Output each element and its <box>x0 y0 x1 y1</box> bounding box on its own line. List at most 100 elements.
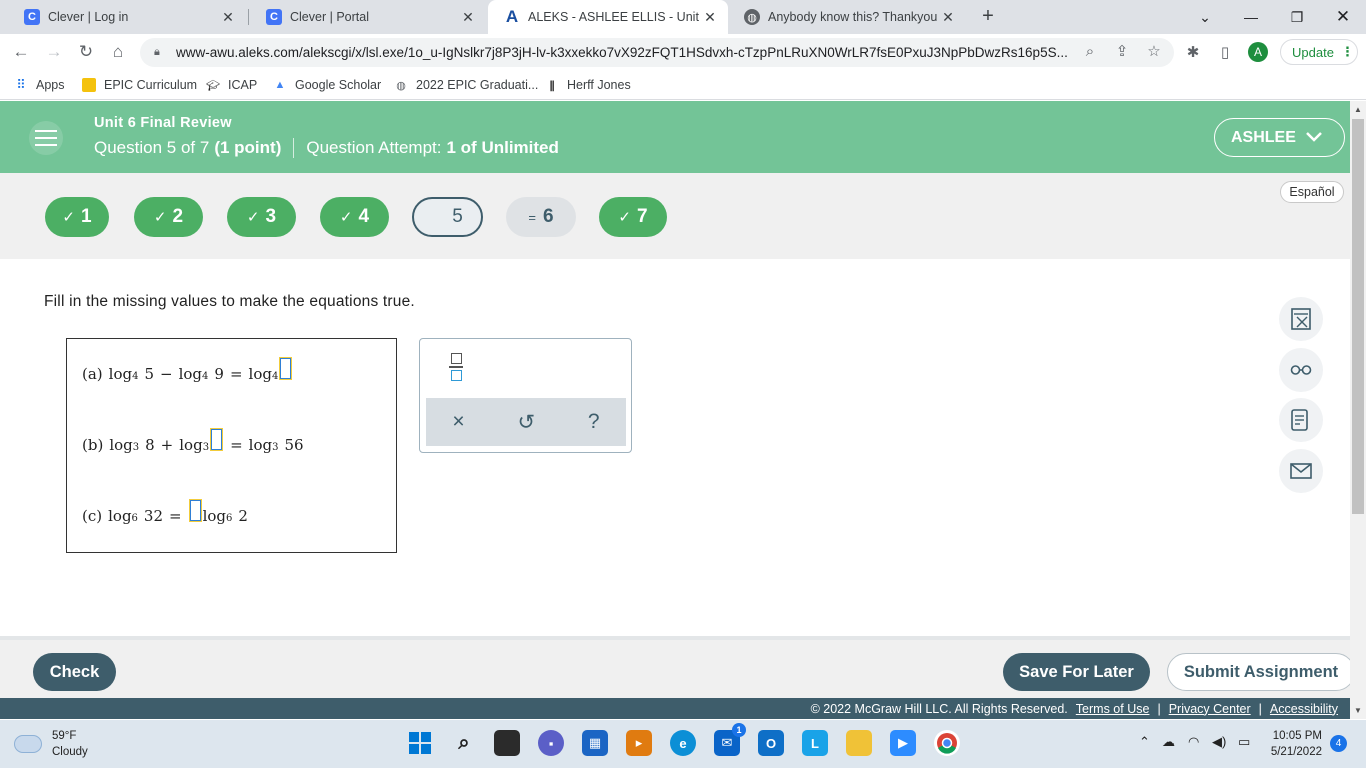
launchpad-icon[interactable]: L <box>802 730 828 756</box>
log-word: log <box>179 436 203 454</box>
tray-chevron-icon[interactable]: ⌃ <box>1139 734 1150 750</box>
zoom-app-icon[interactable]: ▶ <box>890 730 916 756</box>
wifi-icon[interactable]: ◠ <box>1188 734 1199 750</box>
undo-icon[interactable]: ↺ <box>517 410 535 435</box>
tab-anybody-know[interactable]: ◍ Anybody know this? Thankyou fo ✕ <box>728 0 966 34</box>
chevron-down-icon <box>1306 129 1322 146</box>
palette-actions: × ↺ ? <box>426 398 626 446</box>
close-window-icon[interactable]: ✕ <box>1320 0 1366 34</box>
calculator-icon[interactable] <box>1279 297 1323 341</box>
outlook-icon[interactable]: O <box>758 730 784 756</box>
url-bar[interactable]: 🔒︎ www-awu.aleks.com/alekscgi/x/lsl.exe/… <box>140 38 1174 67</box>
bookmark-epic-graduation[interactable]: ◍ 2022 EPIC Graduati... <box>394 76 538 94</box>
back-icon[interactable]: ← <box>9 40 33 64</box>
question-pill-4[interactable]: ✓ 4 <box>320 197 389 237</box>
page-scrollbar[interactable]: ▲ ▼ <box>1350 101 1366 719</box>
clock[interactable]: 10:05 PM 5/21/2022 <box>1258 728 1322 760</box>
profile-avatar[interactable]: A <box>1248 42 1268 62</box>
weather-widget[interactable]: 59°F Cloudy <box>14 728 88 760</box>
close-tab-icon[interactable]: ✕ <box>702 9 718 26</box>
mail-app-icon[interactable]: ✉ 1 <box>714 723 746 756</box>
tab-clever-login[interactable]: C Clever | Log in ✕ <box>8 0 246 34</box>
divider: | <box>1157 701 1161 716</box>
check-button[interactable]: Check <box>33 653 116 691</box>
restore-icon[interactable]: ❐ <box>1274 0 1320 34</box>
scroll-up-icon[interactable]: ▲ <box>1354 105 1362 114</box>
edge-icon[interactable]: e <box>670 730 696 756</box>
answer-input-b[interactable] <box>210 428 224 451</box>
tab-clever-portal[interactable]: C Clever | Portal ✕ <box>250 0 486 34</box>
folder-icon <box>82 78 96 92</box>
zoom-icon[interactable]: ⌕ <box>1079 40 1101 62</box>
worksheet-icon[interactable] <box>1279 398 1323 442</box>
question-pill-2[interactable]: ✓ 2 <box>134 197 203 237</box>
question-number: Question 5 of 7 <box>94 138 210 157</box>
bookmark-herff-jones[interactable]: ∥ Herff Jones <box>545 76 630 94</box>
app-icon[interactable]: ▸ <box>626 730 652 756</box>
bookmark-icap[interactable]: 🎓︎ ICAP <box>206 76 257 94</box>
question-pill-label: 6 <box>543 206 554 227</box>
scroll-down-icon[interactable]: ▼ <box>1354 706 1362 715</box>
question-pill-label: 7 <box>637 206 648 227</box>
file-explorer-icon[interactable] <box>846 730 872 756</box>
question-pill-7[interactable]: ✓ 7 <box>599 197 667 237</box>
close-tab-icon[interactable]: ✕ <box>940 9 956 26</box>
equation-b: (b) log 3 8 + log 3 = log 3 56 <box>82 428 304 454</box>
privacy-link[interactable]: Privacy Center <box>1169 702 1251 716</box>
side-panel-icon[interactable]: ▯ <box>1214 41 1236 63</box>
aleks-page: Unit 6 Final Review Question 5 of 7 (1 p… <box>0 101 1350 719</box>
new-tab-icon[interactable]: + <box>976 5 1000 29</box>
apps-grid-icon: ⠿ <box>16 77 26 92</box>
tab-aleks[interactable]: A ALEKS - ASHLEE ELLIS - Unit 6 Fi ✕ <box>488 0 728 34</box>
close-tab-icon[interactable]: ✕ <box>220 9 236 26</box>
forward-icon[interactable]: → <box>42 40 66 64</box>
clock-time: 10:05 PM <box>1272 730 1322 742</box>
update-button[interactable]: Update ⋮ <box>1280 39 1358 65</box>
question-pill-5[interactable]: 5 <box>412 197 483 237</box>
share-icon[interactable]: ⇪ <box>1111 40 1133 62</box>
home-icon[interactable]: ⌂ <box>106 40 130 64</box>
bookmarks-bar: ⠿ Apps EPIC Curriculum 🎓︎ ICAP ▲ Google … <box>0 70 1366 100</box>
clever-icon: C <box>266 9 282 25</box>
mail-icon[interactable] <box>1279 449 1323 493</box>
reload-icon[interactable]: ↻ <box>74 40 98 64</box>
bookmark-star-icon[interactable]: ☆ <box>1143 40 1165 62</box>
close-tab-icon[interactable]: ✕ <box>460 9 476 26</box>
notification-badge[interactable]: 4 <box>1330 735 1347 752</box>
accessibility-link[interactable]: Accessibility <box>1270 702 1338 716</box>
tab-search-chevron-icon[interactable]: ⌄ <box>1182 0 1228 34</box>
bookmark-google-scholar[interactable]: ▲ Google Scholar <box>273 76 382 94</box>
windows-start-icon[interactable] <box>407 730 433 756</box>
store-icon[interactable]: ▦ <box>582 730 608 756</box>
espanol-button[interactable]: Español <box>1280 181 1344 203</box>
scroll-thumb[interactable] <box>1352 119 1364 514</box>
clear-icon[interactable]: × <box>452 410 464 434</box>
question-pill-6[interactable]: = 6 <box>506 197 576 237</box>
terms-link[interactable]: Terms of Use <box>1076 702 1150 716</box>
denominator-box <box>450 369 462 381</box>
bookmark-apps[interactable]: ⠿ Apps <box>14 76 64 94</box>
help-icon[interactable]: ? <box>588 410 600 434</box>
fraction-template-icon[interactable] <box>448 353 464 385</box>
volume-icon[interactable]: ◀) <box>1212 734 1226 750</box>
glasses-icon[interactable] <box>1279 348 1323 392</box>
chat-icon[interactable]: ▪ <box>538 730 564 756</box>
extensions-icon[interactable]: ✱ <box>1182 41 1204 63</box>
chrome-icon[interactable] <box>934 730 960 756</box>
answer-input-a[interactable] <box>279 357 293 380</box>
question-pill-3[interactable]: ✓ 3 <box>227 197 296 237</box>
question-pill-1[interactable]: ✓ 1 <box>45 197 109 237</box>
bookmark-epic-curriculum[interactable]: EPIC Curriculum <box>82 76 197 94</box>
onedrive-icon[interactable]: ☁ <box>1162 734 1175 750</box>
battery-icon[interactable]: ▭ <box>1238 734 1250 750</box>
menu-hamburger-icon[interactable] <box>29 121 63 155</box>
log-word: log <box>202 507 227 525</box>
task-view-icon[interactable] <box>494 730 520 756</box>
submit-assignment-button[interactable]: Submit Assignment <box>1167 653 1350 691</box>
address-toolbar: ← → ↻ ⌂ 🔒︎ www-awu.aleks.com/alekscgi/x/… <box>0 34 1366 70</box>
user-menu-button[interactable]: ASHLEE <box>1214 118 1345 157</box>
search-icon[interactable]: ⌕ <box>451 730 477 756</box>
save-for-later-button[interactable]: Save For Later <box>1003 653 1150 691</box>
minimize-icon[interactable]: — <box>1228 0 1274 34</box>
answer-input-c[interactable] <box>188 499 202 522</box>
